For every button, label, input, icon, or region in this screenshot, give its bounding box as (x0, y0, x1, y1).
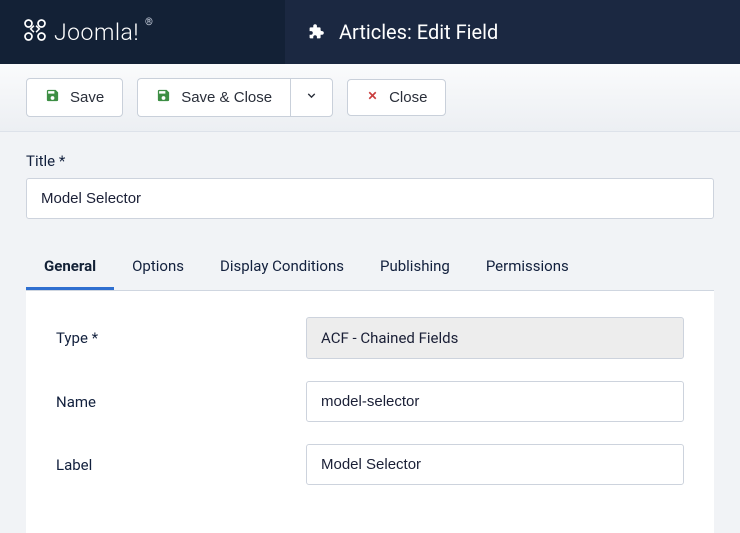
save-close-button[interactable]: Save & Close (137, 78, 290, 117)
label-label: Label (56, 456, 306, 474)
save-button[interactable]: Save (26, 78, 123, 117)
general-panel: Type * ACF - Chained Fields Name Label (26, 291, 714, 533)
registered-mark: ® (145, 17, 153, 28)
save-icon (45, 88, 60, 107)
name-input[interactable] (306, 381, 684, 422)
tab-options[interactable]: Options (114, 247, 202, 290)
tab-display-conditions[interactable]: Display Conditions (202, 247, 362, 290)
tab-publishing[interactable]: Publishing (362, 247, 468, 290)
logo-text: Joomla! (54, 19, 139, 46)
type-label: Type * (56, 329, 306, 347)
puzzle-piece-icon (305, 21, 327, 43)
save-close-group: Save & Close (137, 78, 333, 117)
save-close-label: Save & Close (181, 89, 272, 106)
tabs: General Options Display Conditions Publi… (26, 247, 714, 291)
logo-section: Joomla! ® (0, 0, 285, 64)
tab-permissions[interactable]: Permissions (468, 247, 587, 290)
name-label: Name (56, 393, 306, 411)
close-button[interactable]: Close (347, 79, 446, 116)
label-input[interactable] (306, 444, 684, 485)
title-input[interactable] (26, 178, 714, 219)
page-title: Articles: Edit Field (339, 20, 498, 44)
type-select[interactable]: ACF - Chained Fields (306, 317, 684, 359)
chevron-down-icon (305, 89, 318, 106)
row-label: Label (56, 444, 684, 485)
close-icon (366, 89, 379, 106)
row-type: Type * ACF - Chained Fields (56, 317, 684, 359)
row-name: Name (56, 381, 684, 422)
save-label: Save (70, 89, 104, 106)
title-section: Articles: Edit Field (285, 0, 740, 64)
joomla-logo-icon (22, 17, 48, 47)
joomla-logo[interactable]: Joomla! ® (22, 17, 153, 47)
content: Title * General Options Display Conditio… (0, 132, 740, 533)
title-label: Title * (26, 152, 714, 170)
close-label: Close (389, 89, 427, 106)
save-dropdown-toggle[interactable] (290, 78, 333, 117)
tab-general[interactable]: General (26, 247, 114, 290)
toolbar: Save Save & Close Close (0, 64, 740, 132)
topbar: Joomla! ® Articles: Edit Field (0, 0, 740, 64)
save-icon (156, 88, 171, 107)
